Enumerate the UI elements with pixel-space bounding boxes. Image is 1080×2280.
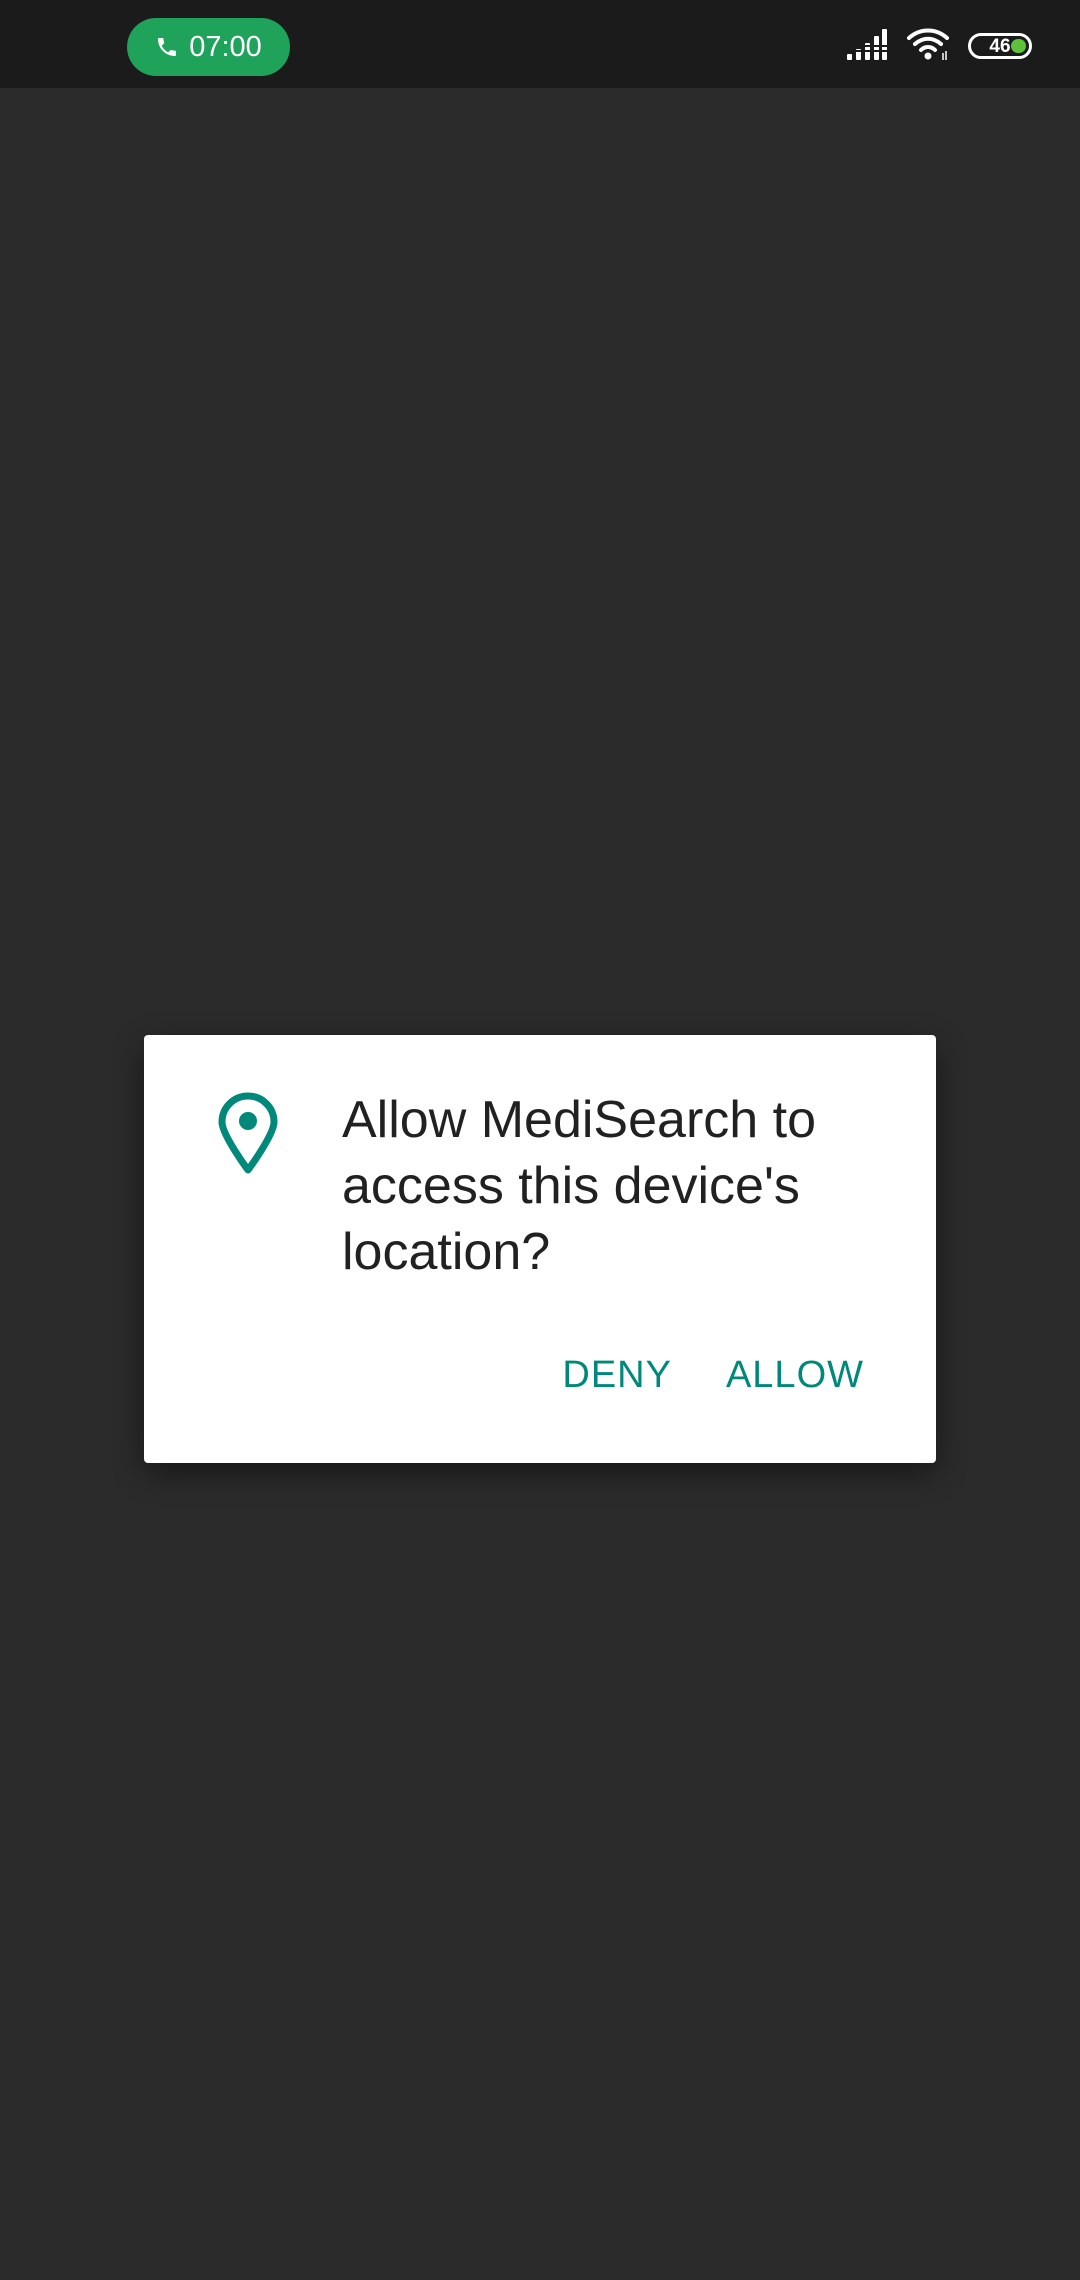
allow-button[interactable]: ALLOW (714, 1346, 876, 1405)
signal-icon (846, 27, 888, 66)
battery-icon: 46 (968, 33, 1032, 59)
screen: 07:00 46 Allow MediSearch to access this… (0, 0, 1080, 2280)
status-bar: 07:00 46 (0, 0, 1080, 88)
wifi-icon (906, 27, 950, 66)
deny-button[interactable]: DENY (550, 1346, 684, 1405)
battery-level: 46 (989, 35, 1011, 57)
call-timer: 07:00 (189, 30, 262, 63)
permission-dialog: Allow MediSearch to access this device's… (144, 1035, 936, 1463)
dialog-message: Allow MediSearch to access this device's… (342, 1091, 816, 1281)
ongoing-call-pill[interactable]: 07:00 (127, 18, 290, 76)
location-pin-icon (216, 1091, 280, 1175)
status-icons: 46 (846, 26, 1032, 66)
phone-icon (155, 35, 179, 59)
dialog-actions: DENY ALLOW (550, 1346, 876, 1405)
